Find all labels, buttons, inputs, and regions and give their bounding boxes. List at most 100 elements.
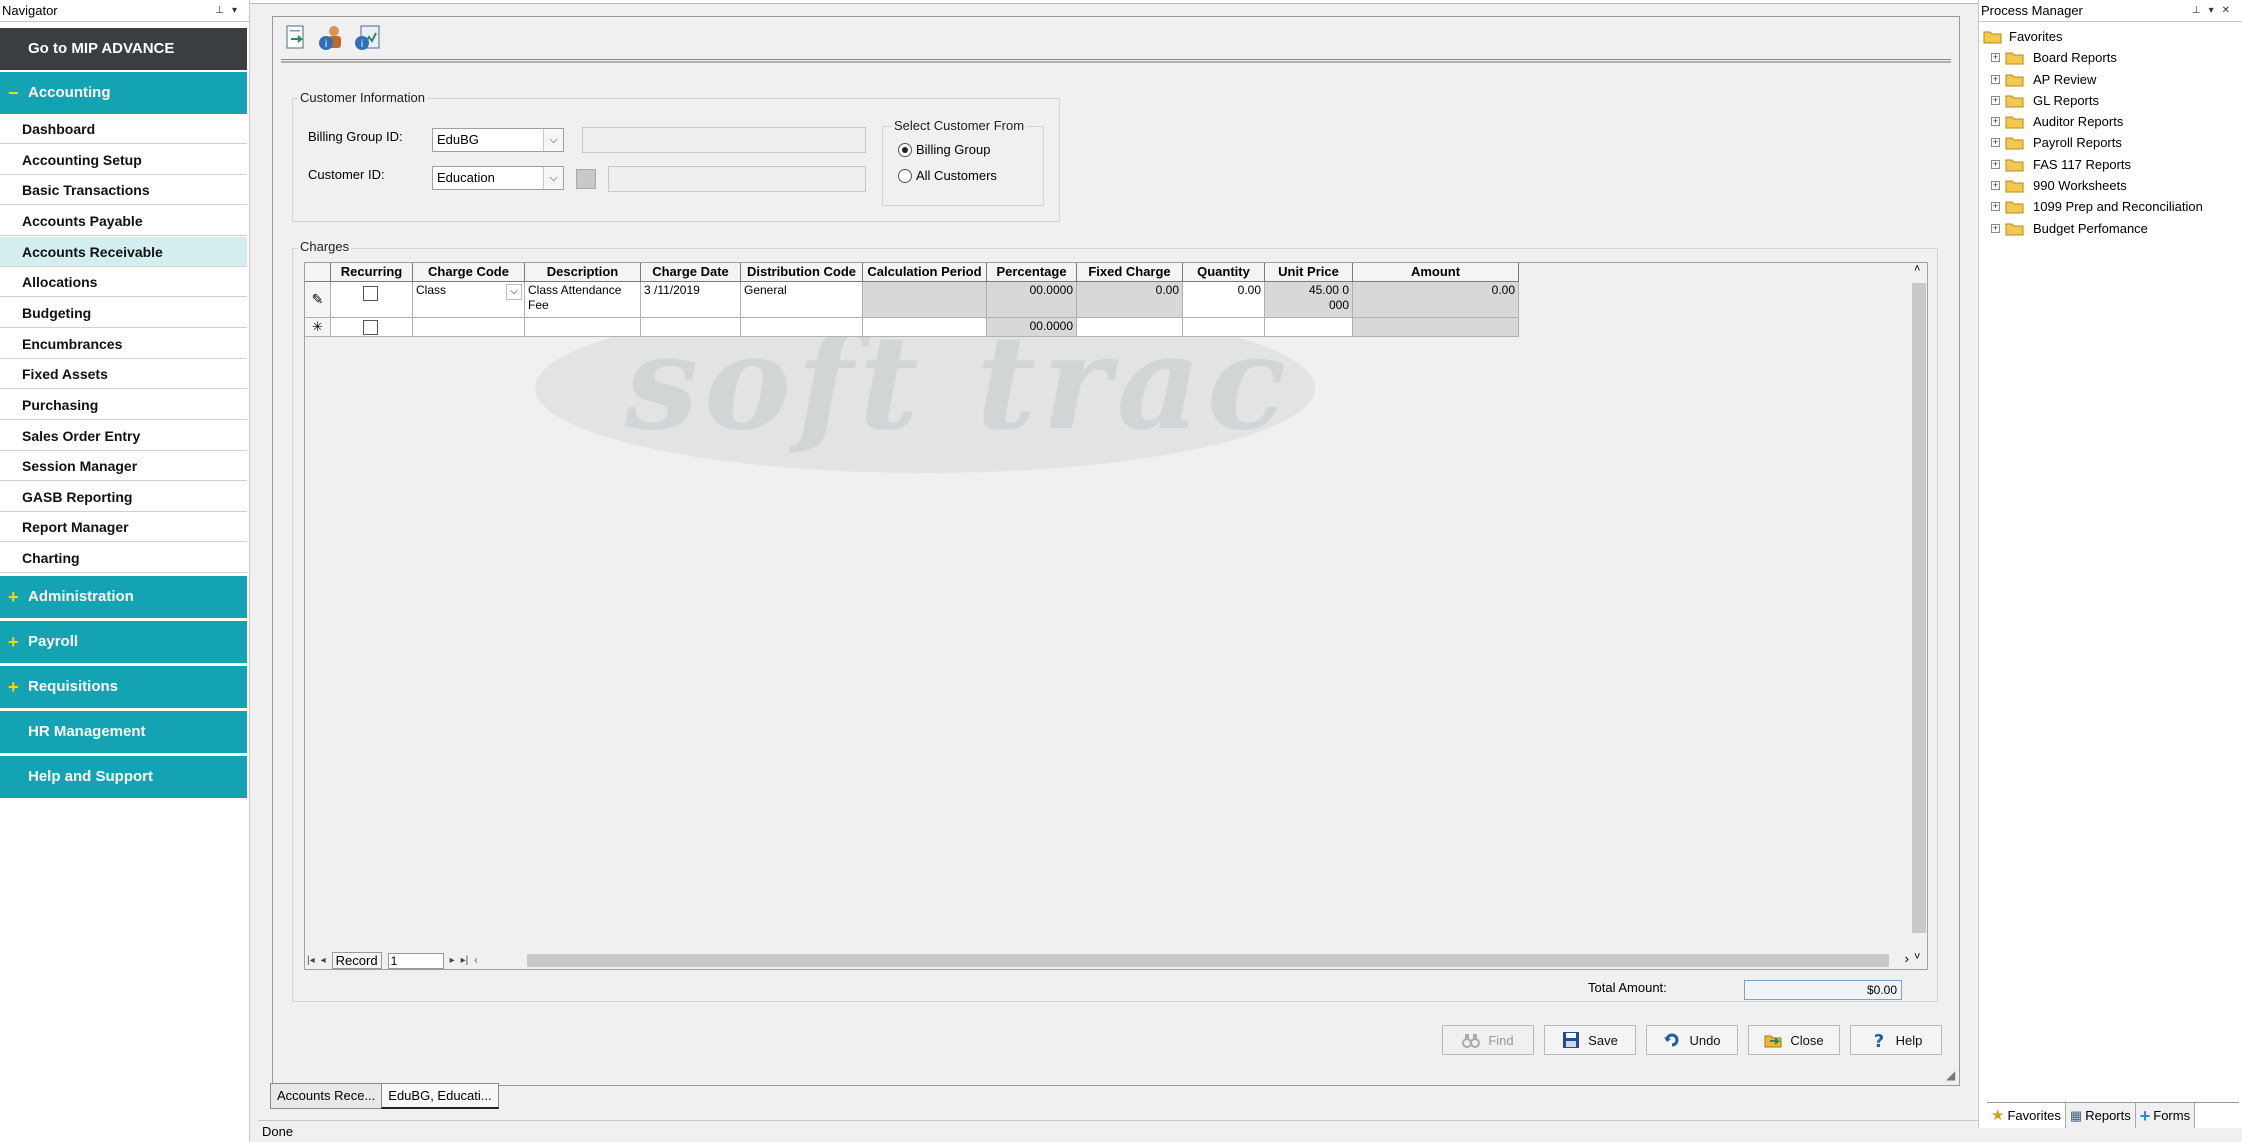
nav-section-accounting[interactable]: − Accounting <box>0 72 247 114</box>
nav-item-dashboard[interactable]: Dashboard <box>0 114 247 144</box>
cell-percentage[interactable]: 00.0000 <box>987 318 1077 337</box>
chevron-down-icon[interactable]: ⌵ <box>506 284 522 300</box>
cell-recurring[interactable] <box>331 282 413 318</box>
recurring-checkbox[interactable] <box>363 320 378 335</box>
scroll-left-icon[interactable]: ‹ <box>474 955 477 966</box>
tree-folder[interactable]: + AP Review <box>1979 69 2239 90</box>
nav-item-basic-transactions[interactable]: Basic Transactions <box>0 175 247 205</box>
document-export-icon[interactable] <box>281 23 311 53</box>
tree-folder[interactable]: + GL Reports <box>1979 90 2239 111</box>
cell-charge-code[interactable]: Class ⌵ <box>413 282 525 318</box>
cell-unit-price[interactable] <box>1265 318 1353 337</box>
col-percentage[interactable]: Percentage <box>987 263 1077 282</box>
nav-item-report-manager[interactable]: Report Manager <box>0 512 247 542</box>
cell-recurring[interactable] <box>331 318 413 337</box>
col-description[interactable]: Description <box>525 263 641 282</box>
nav-item-allocations[interactable]: Allocations <box>0 267 247 297</box>
cell-charge-code[interactable] <box>413 318 525 337</box>
col-amount[interactable]: Amount <box>1353 263 1519 282</box>
cell-quantity[interactable] <box>1183 318 1265 337</box>
tree-folder[interactable]: +1099 Prep and Reconciliation <box>1979 196 2239 217</box>
cell-unit-price[interactable]: 45.00 0000 <box>1265 282 1353 318</box>
cell-calculation-period[interactable] <box>863 318 987 337</box>
recurring-checkbox[interactable] <box>363 286 378 301</box>
nav-item-fixed-assets[interactable]: Fixed Assets <box>0 359 247 389</box>
cell-amount[interactable] <box>1353 318 1519 337</box>
cell-fixed-charge[interactable] <box>1077 318 1183 337</box>
customer-info-icon[interactable]: i <box>317 23 347 53</box>
cell-percentage[interactable]: 00.0000 <box>987 282 1077 318</box>
tab-favorites[interactable]: ★ Favorites <box>1987 1103 2066 1129</box>
col-unit-price[interactable]: Unit Price <box>1265 263 1353 282</box>
expand-icon[interactable]: + <box>1991 202 2000 212</box>
pin-icon[interactable]: ⊥▾ <box>215 0 245 22</box>
tree-root-favorites[interactable]: Favorites <box>1979 26 2239 47</box>
expand-icon[interactable]: + <box>1991 117 2000 127</box>
cell-distribution-code[interactable] <box>741 318 863 337</box>
horizontal-scroll-thumb[interactable] <box>527 954 1889 967</box>
nav-item-sales-order-entry[interactable]: Sales Order Entry <box>0 421 247 451</box>
cell-fixed-charge[interactable]: 0.00 <box>1077 282 1183 318</box>
cell-description[interactable]: Class Attendance Fee <box>525 282 641 318</box>
radio-billing-group[interactable]: Billing Group <box>898 142 990 157</box>
tab-reports[interactable]: ▦ Reports <box>2065 1103 2136 1129</box>
cell-calculation-period[interactable] <box>863 282 987 318</box>
find-button[interactable]: Find <box>1442 1025 1534 1055</box>
nav-section-requisitions[interactable]: + Requisitions <box>0 666 247 708</box>
first-record-icon[interactable]: |◂ <box>307 955 315 966</box>
cell-charge-date[interactable]: 3 /11/2019 <box>641 282 741 318</box>
nav-item-session-manager[interactable]: Session Manager <box>0 451 247 481</box>
last-record-icon[interactable]: ▸| <box>461 955 469 966</box>
col-charge-code[interactable]: Charge Code <box>413 263 525 282</box>
resize-grip-icon[interactable]: ◢ <box>1946 1068 1960 1082</box>
col-recurring[interactable]: Recurring <box>331 263 413 282</box>
nav-item-budgeting[interactable]: Budgeting <box>0 298 247 328</box>
tree-folder[interactable]: + FAS 117 Reports <box>1979 154 2239 175</box>
chevron-down-icon[interactable]: ⌵ <box>543 129 563 151</box>
tab-forms[interactable]: + Forms <box>2135 1103 2196 1129</box>
cell-distribution-code[interactable]: General <box>741 282 863 318</box>
expand-icon[interactable]: + <box>1991 138 2000 148</box>
nav-item-encumbrances[interactable]: Encumbrances <box>0 329 247 359</box>
customer-id-combo[interactable]: Education ⌵ <box>432 166 564 190</box>
next-record-icon[interactable]: ▸ <box>450 955 455 966</box>
nav-section-administration[interactable]: + Administration <box>0 576 247 618</box>
tree-folder[interactable]: + Budget Perfomance <box>1979 218 2239 239</box>
expand-icon[interactable]: + <box>1991 159 2000 169</box>
scroll-right-icon[interactable]: › <box>1905 951 1909 966</box>
nav-item-charting[interactable]: Charting <box>0 543 247 573</box>
expand-icon[interactable]: + <box>1991 181 2000 191</box>
cell-quantity[interactable]: 0.00 <box>1183 282 1265 318</box>
nav-section-payroll[interactable]: + Payroll <box>0 621 247 663</box>
col-charge-date[interactable]: Charge Date <box>641 263 741 282</box>
chevron-down-icon[interactable]: ⌵ <box>543 167 563 189</box>
grid-vertical-scrollbar[interactable]: ˄ ˅ <box>1911 263 1927 963</box>
col-calculation-period[interactable]: Calculation Period <box>863 263 987 282</box>
help-button[interactable]: ? Help <box>1850 1025 1942 1055</box>
nav-item-purchasing[interactable]: Purchasing <box>0 390 247 420</box>
nav-section-help-and-support[interactable]: Help and Support <box>0 756 247 798</box>
edit-pencil-icon[interactable]: ✎ <box>305 282 331 318</box>
expand-icon[interactable]: + <box>1991 74 2000 84</box>
cell-amount[interactable]: 0.00 <box>1353 282 1519 318</box>
expand-icon[interactable]: + <box>1991 53 2000 63</box>
close-button[interactable]: Close <box>1748 1025 1840 1055</box>
nav-item-accounting-setup[interactable]: Accounting Setup <box>0 145 247 175</box>
customer-lookup-button[interactable] <box>576 169 596 189</box>
vertical-scroll-thumb[interactable] <box>1912 283 1926 933</box>
nav-item-accounts-receivable[interactable]: Accounts Receivable <box>0 237 247 267</box>
new-row-asterisk-icon[interactable]: ✳ <box>305 318 331 337</box>
tree-folder[interactable]: + Auditor Reports <box>1979 111 2239 132</box>
prev-record-icon[interactable]: ◂ <box>321 955 326 966</box>
save-button[interactable]: Save <box>1544 1025 1636 1055</box>
col-quantity[interactable]: Quantity <box>1183 263 1265 282</box>
pin-icon[interactable]: ⊥▾✕ <box>2192 0 2238 22</box>
goto-mip-advance-button[interactable]: Go to MIP ADVANCE <box>0 28 247 70</box>
cell-charge-date[interactable] <box>641 318 741 337</box>
grid-horizontal-scrollbar[interactable]: |◂ ◂ Record 1 ▸ ▸| ‹ › <box>305 951 1913 969</box>
tree-folder[interactable]: + Board Reports <box>1979 47 2239 68</box>
tab-edubg-education[interactable]: EduBG, Educati... <box>381 1083 499 1109</box>
nav-item-accounts-payable[interactable]: Accounts Payable <box>0 206 247 236</box>
scroll-up-icon[interactable]: ˄ <box>1914 263 1920 275</box>
nav-section-hr-management[interactable]: HR Management <box>0 711 247 753</box>
